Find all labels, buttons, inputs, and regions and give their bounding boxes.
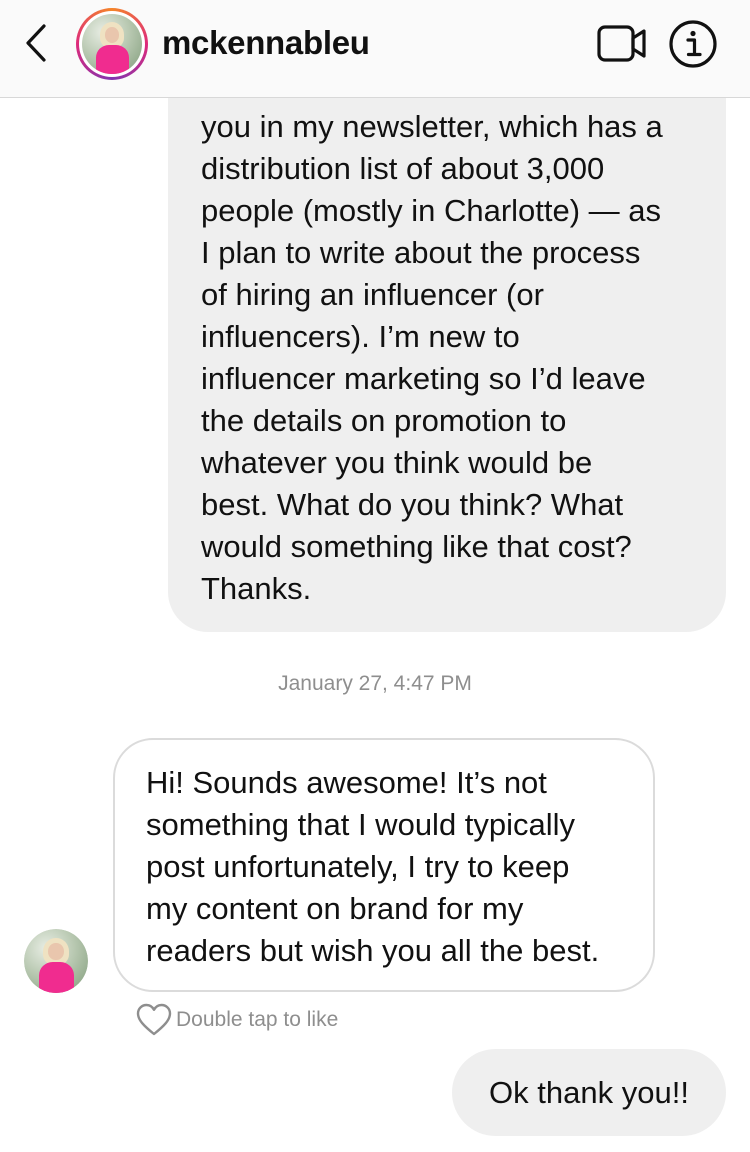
message-line: the details on promotion to [201, 403, 567, 438]
outgoing-message-bubble[interactable]: you in my newsletter, which has a distri… [168, 60, 726, 632]
message-line: distribution list of about 3,000 [201, 151, 605, 186]
info-icon [669, 20, 717, 68]
message-line: you in my newsletter, which has a [201, 109, 663, 144]
profile-avatar[interactable] [76, 8, 148, 80]
info-button[interactable] [668, 19, 718, 69]
outgoing-message-bubble[interactable]: Ok thank you!! [452, 1049, 726, 1136]
message-line: readers but wish you all the best. [146, 933, 600, 968]
avatar-photo [82, 14, 142, 74]
video-camera-icon [597, 25, 646, 62]
message-timestamp: January 27, 4:47 PM [278, 672, 472, 695]
chevron-left-icon [26, 24, 46, 62]
message-line: Thanks. [201, 571, 312, 606]
message-line: I plan to write about the process [201, 235, 641, 270]
message-line: Hi! Sounds awesome! It’s not [146, 765, 547, 800]
video-call-button[interactable] [596, 24, 648, 64]
chat-header: mckennableu [0, 0, 750, 98]
incoming-message-bubble[interactable]: Hi! Sounds awesome! It’s not something t… [113, 738, 655, 992]
message-line: my content on brand for my [146, 891, 524, 926]
sender-avatar[interactable] [24, 929, 88, 993]
message-line: influencers). I’m new to [201, 319, 520, 354]
message-line: influencer marketing so I’d leave [201, 361, 646, 396]
avatar-photo [24, 929, 88, 993]
like-button[interactable]: Double tap to like [136, 1002, 338, 1038]
like-hint: Double tap to like [176, 1008, 339, 1031]
message-line: post unfortunately, I try to keep [146, 849, 570, 884]
message-line: whatever you think would be [201, 445, 593, 480]
heart-outline-icon [136, 1003, 172, 1036]
message-line: people (mostly in Charlotte) — as [201, 193, 662, 228]
message-line: of hiring an influencer (or [201, 277, 544, 312]
message-text: Ok thank you!! [489, 1075, 689, 1110]
chat-username[interactable]: mckennableu [162, 24, 370, 62]
message-line: would something like that cost? [201, 529, 632, 564]
message-line: best. What do you think? What [201, 487, 624, 522]
back-button[interactable] [20, 22, 56, 64]
message-line: something that I would typically [146, 807, 576, 842]
